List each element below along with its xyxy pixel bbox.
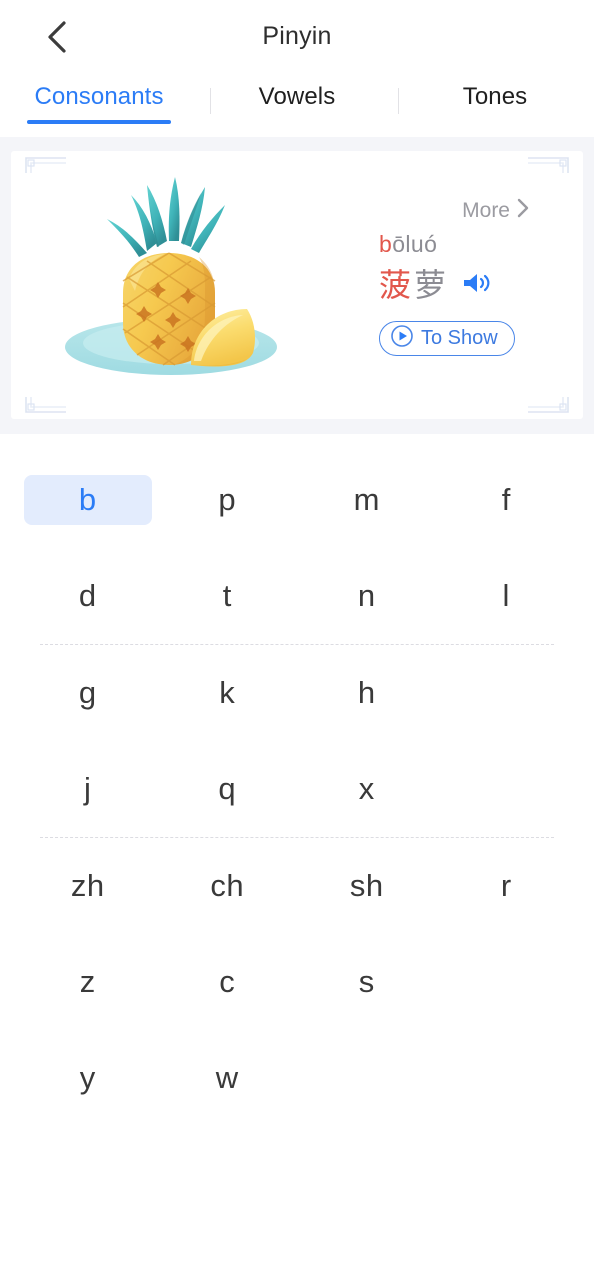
tab-active-underline xyxy=(27,120,171,124)
letter-cell-p[interactable]: p xyxy=(158,452,298,548)
letter-cell-g[interactable]: g xyxy=(18,645,158,741)
speaker-icon[interactable] xyxy=(462,271,491,300)
letter-cell-zh[interactable]: zh xyxy=(18,838,158,934)
letter-label: z xyxy=(79,964,96,999)
pinyin-text: bōluó xyxy=(379,233,437,256)
to-show-label: To Show xyxy=(421,327,498,350)
letter-label: k xyxy=(219,675,236,710)
letter-cell-ch[interactable]: ch xyxy=(158,838,298,934)
letter-label: ch xyxy=(210,868,245,903)
page-title: Pinyin xyxy=(262,21,332,50)
letter-label: m xyxy=(353,482,380,517)
letter-cell-y[interactable]: y xyxy=(18,1030,158,1126)
corner-ornament-icon xyxy=(527,157,569,195)
word-card: More bōluó 菠萝 To Show xyxy=(11,151,583,419)
letter-label: c xyxy=(219,964,236,999)
letter-cell-b[interactable]: b xyxy=(18,452,158,548)
more-label: More xyxy=(462,199,510,222)
card-region: More bōluó 菠萝 To Show xyxy=(0,137,594,434)
letter-label: g xyxy=(78,675,97,710)
chevron-right-icon xyxy=(517,198,530,224)
letter-label: r xyxy=(500,868,512,903)
letter-label xyxy=(442,668,570,718)
letter-cell-empty xyxy=(437,645,577,741)
letter-label xyxy=(442,764,570,814)
letter-cell-k[interactable]: k xyxy=(158,645,298,741)
letter-cell-empty xyxy=(437,741,577,837)
letter-row: b p m f xyxy=(0,452,594,548)
letter-label xyxy=(442,957,570,1007)
pinyin-initial: b xyxy=(379,231,393,257)
letter-cell-m[interactable]: m xyxy=(297,452,437,548)
letter-label: w xyxy=(215,1060,239,1095)
letter-cell-r[interactable]: r xyxy=(437,838,577,934)
letter-cell-z[interactable]: z xyxy=(18,934,158,1030)
letter-cell-x[interactable]: x xyxy=(297,741,437,837)
to-show-button[interactable]: To Show xyxy=(379,321,515,357)
letter-cell-n[interactable]: n xyxy=(297,548,437,644)
letter-cell-f[interactable]: f xyxy=(437,452,577,548)
letter-label: b xyxy=(23,475,152,525)
letter-cell-empty xyxy=(297,1030,437,1126)
letter-label: sh xyxy=(349,868,384,903)
letter-label: x xyxy=(358,771,375,806)
letter-cell-j[interactable]: j xyxy=(18,741,158,837)
letter-cell-sh[interactable]: sh xyxy=(297,838,437,934)
hanzi-text: 菠萝 xyxy=(379,266,450,304)
chevron-left-icon xyxy=(46,20,68,54)
letter-label: q xyxy=(218,771,237,806)
letter-label: s xyxy=(358,964,375,999)
tab-tones-label: Tones xyxy=(462,83,528,110)
letter-label: l xyxy=(502,578,510,613)
back-button[interactable] xyxy=(34,14,80,60)
letter-cell-w[interactable]: w xyxy=(158,1030,298,1126)
more-link[interactable]: More xyxy=(462,198,530,224)
letter-cell-c[interactable]: c xyxy=(158,934,298,1030)
letter-label: y xyxy=(79,1060,96,1095)
letter-cell-empty xyxy=(437,1030,577,1126)
letter-row: y w xyxy=(0,1030,594,1126)
letter-label: n xyxy=(357,578,376,613)
letter-cell-s[interactable]: s xyxy=(297,934,437,1030)
navbar: Pinyin xyxy=(0,0,594,72)
letter-label: h xyxy=(357,675,376,710)
letter-cell-l[interactable]: l xyxy=(437,548,577,644)
letter-cell-q[interactable]: q xyxy=(158,741,298,837)
letter-label xyxy=(442,1053,570,1103)
tab-consonants[interactable]: Consonants xyxy=(0,72,198,124)
letter-row: j q x xyxy=(0,741,594,837)
letter-label: j xyxy=(84,771,92,806)
letter-cell-empty xyxy=(437,934,577,1030)
word-info: bōluó 菠萝 To Show xyxy=(379,233,515,357)
hanzi-second-char: 萝 xyxy=(414,266,450,304)
corner-ornament-icon xyxy=(527,375,569,413)
tab-tones[interactable]: Tones xyxy=(396,72,594,111)
letter-label: d xyxy=(78,578,97,613)
letter-cell-h[interactable]: h xyxy=(297,645,437,741)
tab-consonants-label: Consonants xyxy=(34,83,164,110)
tab-vowels[interactable]: Vowels xyxy=(198,72,396,111)
play-circle-icon xyxy=(391,325,413,352)
letter-row: d t n l xyxy=(0,548,594,644)
hanzi-row: 菠萝 xyxy=(379,266,491,304)
pinyin-remainder: ōluó xyxy=(392,231,438,257)
letter-row: g k h xyxy=(0,645,594,741)
letter-label: f xyxy=(501,482,511,517)
tab-divider xyxy=(210,88,211,114)
letter-row: zh ch sh r xyxy=(0,838,594,934)
tab-vowels-label: Vowels xyxy=(258,83,336,110)
letter-cell-d[interactable]: d xyxy=(18,548,158,644)
tab-bar: Consonants Vowels Tones xyxy=(0,72,594,137)
pinyin-screen: Pinyin Consonants Vowels Tones More bōlu… xyxy=(0,0,594,1280)
letter-cell-t[interactable]: t xyxy=(158,548,298,644)
tab-divider xyxy=(398,88,399,114)
letter-label: zh xyxy=(70,868,105,903)
letter-label: p xyxy=(218,482,237,517)
letter-label: t xyxy=(222,578,232,613)
consonant-grid: b p m f d t n l g k h j q x zh ch sh r z… xyxy=(0,434,594,1126)
letter-label xyxy=(303,1053,431,1103)
letter-row: z c s xyxy=(0,934,594,1030)
pineapple-on-plate-illustration xyxy=(51,169,291,399)
hanzi-first-char: 菠 xyxy=(379,266,415,304)
